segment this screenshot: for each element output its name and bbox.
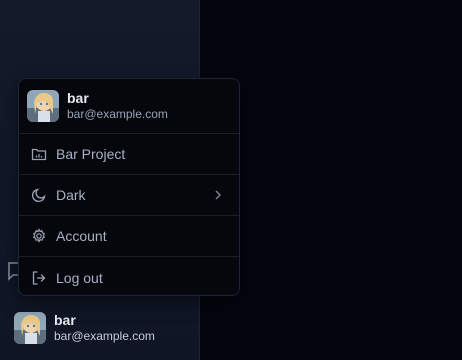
user-email: bar@example.com — [54, 329, 155, 343]
menu-item-label: Log out — [56, 269, 103, 286]
user-name: bar — [54, 312, 76, 328]
menu-item-theme[interactable]: Dark — [19, 175, 239, 216]
user-dropdown-menu: bar bar@example.com Bar Project Dark Acc… — [18, 78, 240, 296]
chevron-right-icon — [211, 188, 225, 202]
menu-item-logout[interactable]: Log out — [19, 257, 239, 298]
avatar — [14, 312, 46, 344]
menu-item-project[interactable]: Bar Project — [19, 134, 239, 175]
menu-item-label: Bar Project — [56, 146, 126, 162]
menu-item-label: Account — [56, 228, 107, 244]
moon-icon — [31, 187, 47, 203]
user-menu-trigger[interactable]: bar bar@example.com — [14, 312, 155, 344]
folder-chart-icon — [31, 146, 47, 162]
avatar — [27, 90, 59, 122]
menu-item-account[interactable]: Account — [19, 216, 239, 257]
menu-user-header: bar bar@example.com — [19, 79, 239, 134]
logout-icon — [31, 270, 47, 286]
menu-user-name: bar — [67, 90, 89, 106]
gear-icon — [31, 228, 47, 244]
menu-user-email: bar@example.com — [67, 107, 168, 121]
menu-item-label: Dark — [56, 187, 86, 203]
